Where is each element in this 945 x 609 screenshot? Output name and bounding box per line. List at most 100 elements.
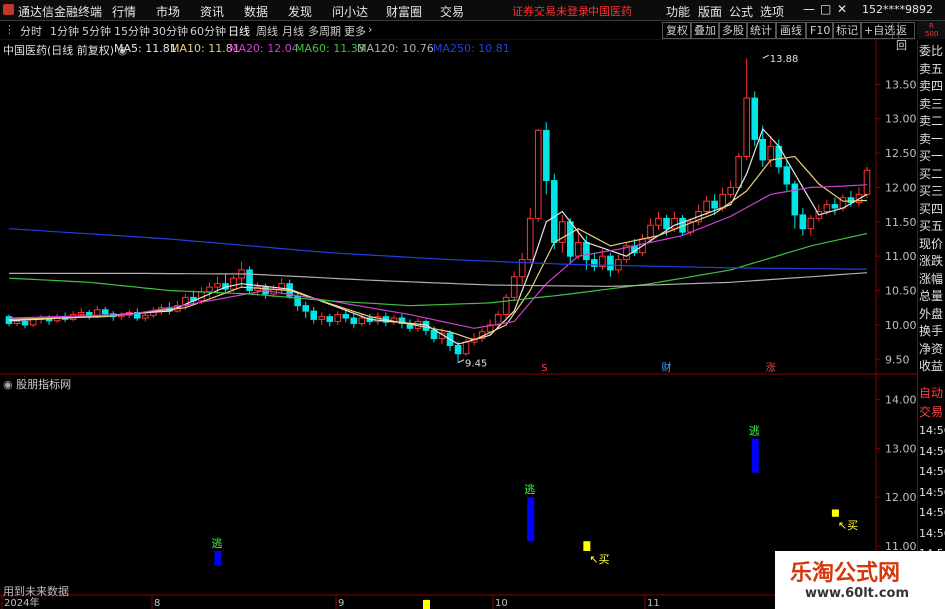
period-1min[interactable]: 1分钟 xyxy=(50,23,79,39)
period-60min[interactable]: 60分钟 xyxy=(190,23,226,39)
candle-body xyxy=(534,129,542,219)
current-stock: 中国医药 xyxy=(588,5,632,18)
tool-biaoji[interactable]: 标记 xyxy=(832,22,862,39)
candle-body xyxy=(751,97,759,140)
y-tick-label: 10.00 xyxy=(885,319,917,332)
menu-caifuquan[interactable]: 财富圈 xyxy=(386,3,422,20)
menu-faxian[interactable]: 发现 xyxy=(288,3,312,20)
quote-label-21: 14:56 xyxy=(919,424,945,437)
settings-circle-icon[interactable]: ◉ xyxy=(3,378,13,391)
candle-body xyxy=(703,200,710,212)
tool-diejia[interactable]: 叠加 xyxy=(690,22,720,39)
menu-gongneng[interactable]: 功能 xyxy=(666,3,690,20)
candle-body xyxy=(542,129,550,182)
login-status[interactable]: 证券交易未登录 xyxy=(512,3,589,19)
quote-label-14: 总量 xyxy=(919,289,944,303)
candle-body xyxy=(566,221,574,257)
candle-body xyxy=(454,345,462,355)
escape-signal-bar xyxy=(527,497,535,542)
y-tick-label: 12.00 xyxy=(885,181,917,194)
menu-zixun[interactable]: 资讯 xyxy=(200,3,224,20)
candle-body xyxy=(655,217,662,226)
sub-y-tick-label: 12.00 xyxy=(885,491,917,504)
candle-body xyxy=(831,204,839,209)
quote-label-19: 自动 xyxy=(919,386,944,400)
menu-jiaoyi[interactable]: 交易 xyxy=(440,3,464,20)
chevron-right-icon[interactable]: › xyxy=(368,23,372,36)
price-annotation-label: 9.45 xyxy=(465,359,487,370)
y-tick-label: 13.00 xyxy=(885,113,917,126)
period-daily[interactable]: 日线 xyxy=(228,23,250,39)
menu-shuju[interactable]: 数据 xyxy=(244,3,268,20)
candle-body xyxy=(807,217,815,230)
tool-tongji[interactable]: 统计 xyxy=(746,22,776,39)
candle-body xyxy=(735,156,743,188)
maximize-icon[interactable]: □ xyxy=(820,2,831,16)
quote-label-8: 买三 xyxy=(919,184,944,198)
quote-label-24: 14:56 xyxy=(919,485,945,499)
quote-label-23: 14:56 xyxy=(919,465,945,478)
quote-label-7: 买二 xyxy=(919,166,944,181)
period-5min[interactable]: 5分钟 xyxy=(82,23,111,39)
candle-body xyxy=(302,305,310,312)
ma-line-ma60 xyxy=(8,232,868,307)
menu-shichang[interactable]: 市场 xyxy=(156,3,180,20)
menu-banmian[interactable]: 版面 xyxy=(698,3,722,20)
close-icon[interactable]: ✕ xyxy=(837,2,847,16)
quote-label-11: 现价 xyxy=(919,236,944,251)
y-tick-label: 13.50 xyxy=(885,78,917,91)
candle-body xyxy=(142,314,149,319)
quote-label-5: 卖一 xyxy=(919,131,944,146)
tool-duogu[interactable]: 多股 xyxy=(718,22,748,39)
y-tick-label: 9.50 xyxy=(885,353,910,366)
period-more[interactable]: 更多 xyxy=(344,23,366,39)
title-bar: 通达信金融终端 行情 市场 资讯 数据 发现 问小达 财富圈 交易 证券交易未登… xyxy=(0,0,945,21)
candle-body xyxy=(615,259,622,271)
tool-fuquan[interactable]: 复权 xyxy=(662,22,692,39)
candle-body xyxy=(791,183,799,216)
escape-signal-label: 逃 xyxy=(749,425,760,438)
period-30min[interactable]: 30分钟 xyxy=(152,23,188,39)
candle-body xyxy=(823,204,831,212)
ma-legend-4: MA120: 10.76 xyxy=(357,42,434,55)
tool-f10[interactable]: F10 xyxy=(806,22,835,39)
candle-body xyxy=(77,312,85,316)
menu-hangqing[interactable]: 行情 xyxy=(112,3,136,20)
candle-body xyxy=(510,276,518,298)
menu-xuanxiang[interactable]: 选项 xyxy=(760,3,784,20)
period-multi[interactable]: 多周期 xyxy=(308,23,341,39)
candle-body xyxy=(663,217,670,230)
right-panel-badge[interactable]: R 500 xyxy=(917,21,945,39)
menu-wenxiaoda[interactable]: 问小达 xyxy=(332,3,368,20)
quote-label-25: 14:56 xyxy=(919,506,945,519)
menu-gongshi[interactable]: 公式 xyxy=(729,3,753,20)
event-marker: 财 xyxy=(662,361,672,374)
candle-body xyxy=(350,317,358,325)
candle-body xyxy=(13,320,21,325)
period-weekly[interactable]: 周线 xyxy=(256,23,278,39)
candle-body xyxy=(206,286,213,293)
quote-label-17: 净资 xyxy=(919,341,944,356)
quote-label-16: 换手 xyxy=(919,324,944,338)
toolbar-grip-icon: ⋮ xyxy=(4,23,15,36)
quote-label-0: 委比 xyxy=(919,44,944,58)
candle-body xyxy=(430,329,438,340)
badge-r: R xyxy=(929,22,934,30)
period-15min[interactable]: 15分钟 xyxy=(114,23,150,39)
tool-huaxian[interactable]: 画线 xyxy=(776,22,806,39)
user-account[interactable]: 152****9892 xyxy=(862,3,933,16)
quote-label-15: 外盘 xyxy=(919,306,944,321)
candle-body xyxy=(743,97,751,158)
candle-body xyxy=(783,166,791,185)
sub-chart-title: ◉ 股朋指标网 xyxy=(3,376,71,392)
period-toolbar: ⋮ 分时 1分钟 5分钟 15分钟 30分钟 60分钟 日线 周线 月线 多周期… xyxy=(0,21,915,52)
candle-body xyxy=(310,310,318,320)
main-chart-title: 中国医药(日线 前复权) ◉ xyxy=(3,42,127,58)
escape-signal-bar xyxy=(214,551,222,566)
price-annotation-label: 13.88 xyxy=(770,54,799,65)
period-monthly[interactable]: 月线 xyxy=(282,23,304,39)
candle-body xyxy=(607,255,614,271)
period-fenshi[interactable]: 分时 xyxy=(20,23,42,39)
tool-back[interactable]: 返回 xyxy=(892,22,915,52)
minimize-icon[interactable]: — xyxy=(803,2,815,16)
